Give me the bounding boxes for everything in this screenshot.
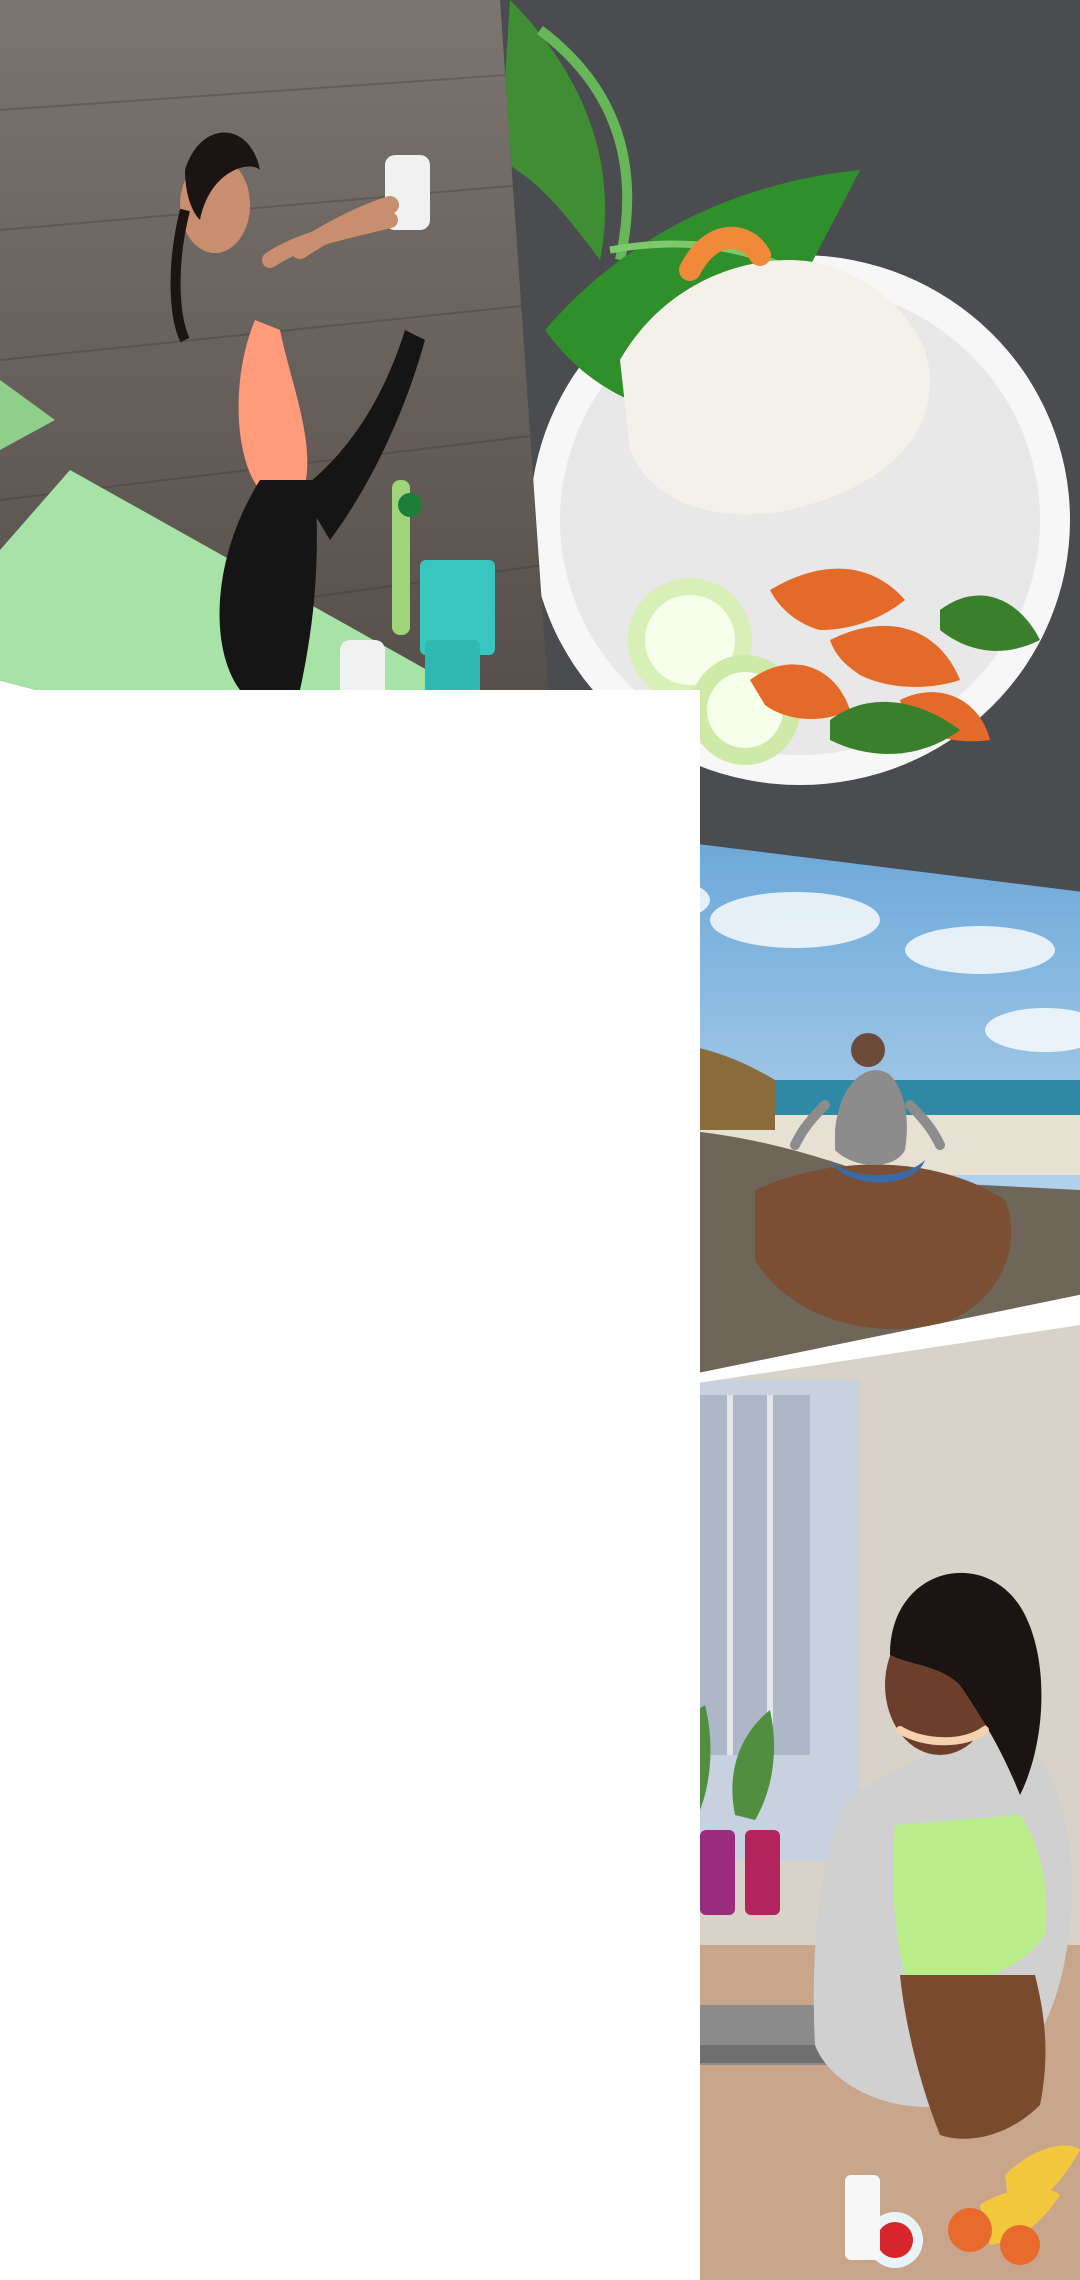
kitchen-cooking-photo-icon [640,1325,1080,2280]
kitchen-cooking-photo [640,1325,1080,2280]
blank-content-area [0,690,700,2280]
onboarding-screen [0,0,1080,2280]
